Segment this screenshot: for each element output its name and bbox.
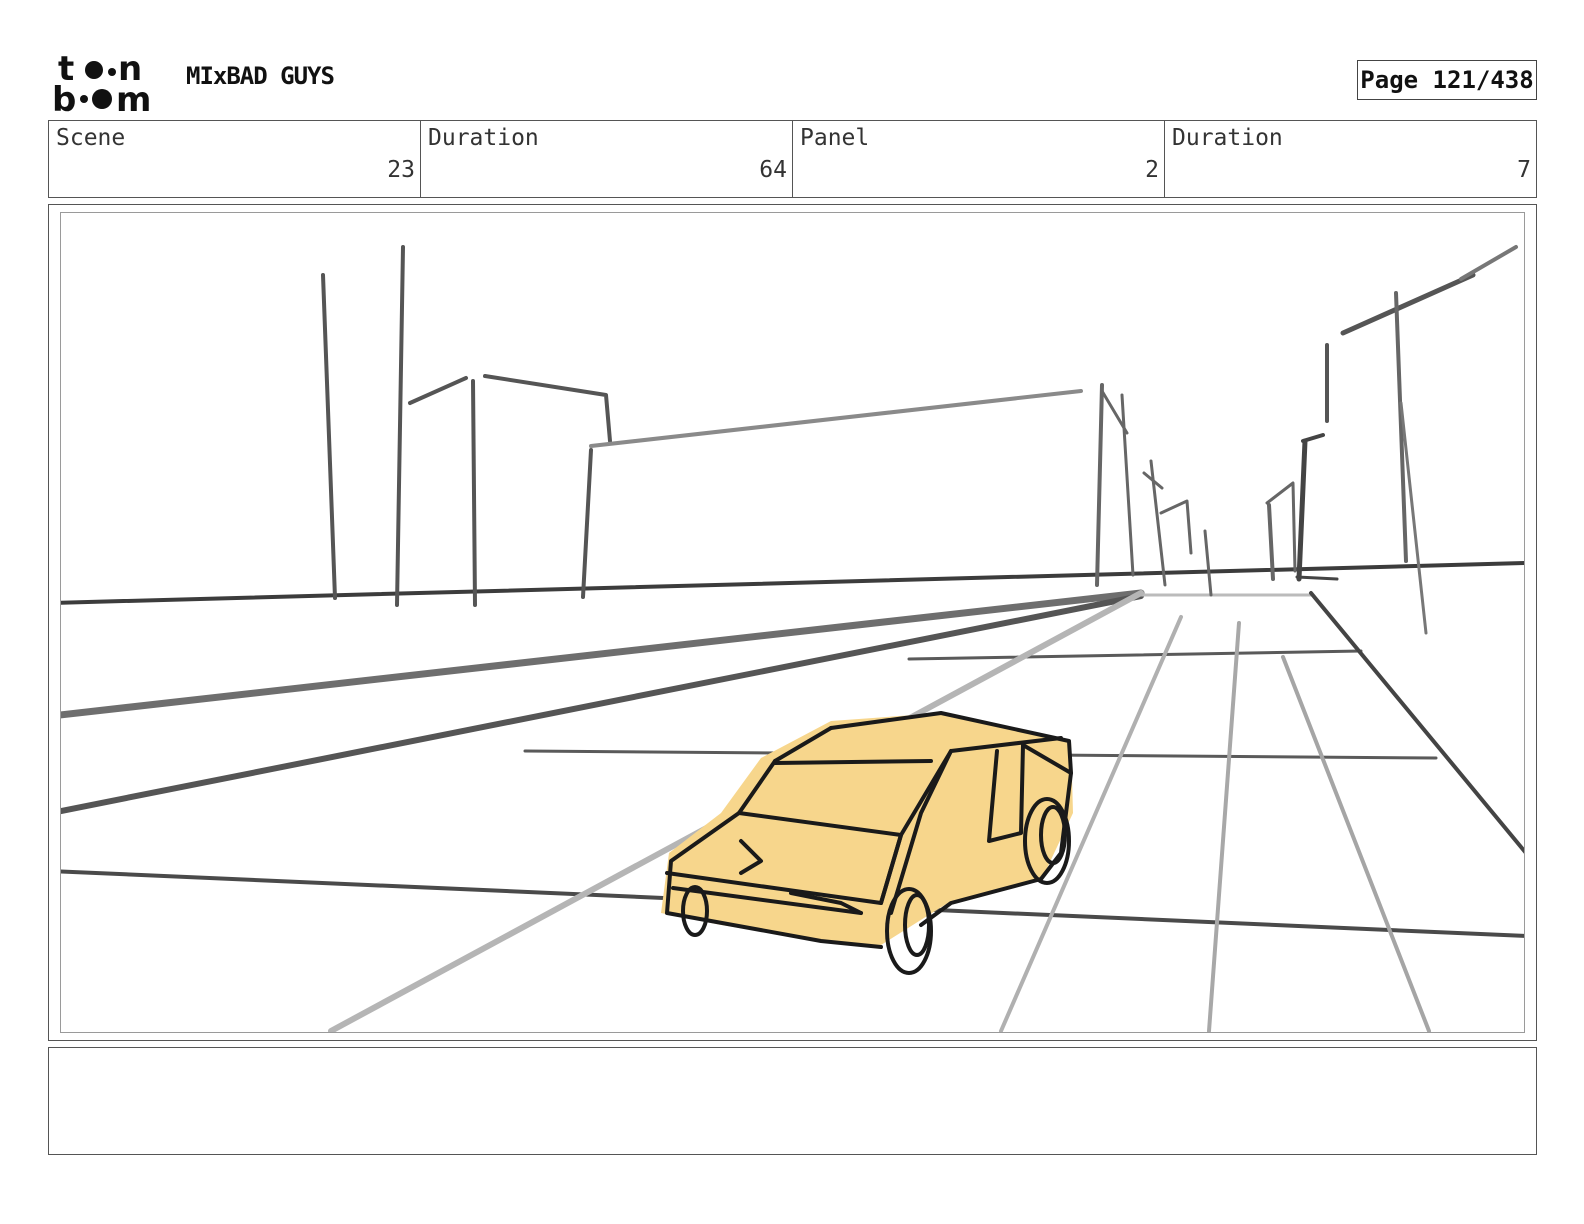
scene-duration-label: Duration	[428, 125, 539, 151]
panel-label: Panel	[800, 125, 870, 151]
scene-label: Scene	[56, 125, 126, 151]
sketch-drawing	[61, 245, 1524, 1032]
scene-duration-value: 64	[759, 157, 787, 183]
panel-notes-box	[48, 1047, 1537, 1155]
panel-duration-cell: Duration 7	[1165, 121, 1536, 197]
panel-cell: Panel 2	[793, 121, 1165, 197]
svg-text:b: b	[52, 80, 76, 114]
panel-duration-label: Duration	[1172, 125, 1283, 151]
panel-duration-value: 7	[1517, 157, 1531, 183]
storyboard-panel	[48, 204, 1537, 1041]
project-title: MIxBAD GUYS	[186, 62, 335, 90]
scene-info-row: Scene 23 Duration 64 Panel 2 Duration 7	[48, 120, 1537, 198]
svg-text:m: m	[116, 80, 151, 114]
panel-value: 2	[1145, 157, 1159, 183]
scene-cell: Scene 23	[49, 121, 421, 197]
page-indicator: Page 121/438	[1357, 60, 1537, 100]
scene-duration-cell: Duration 64	[421, 121, 793, 197]
scene-value: 23	[387, 157, 415, 183]
panel-frame	[60, 212, 1525, 1033]
toon-boom-logo-icon: t n b m	[52, 49, 151, 120]
toon-boom-logo: t n b m	[52, 49, 164, 120]
